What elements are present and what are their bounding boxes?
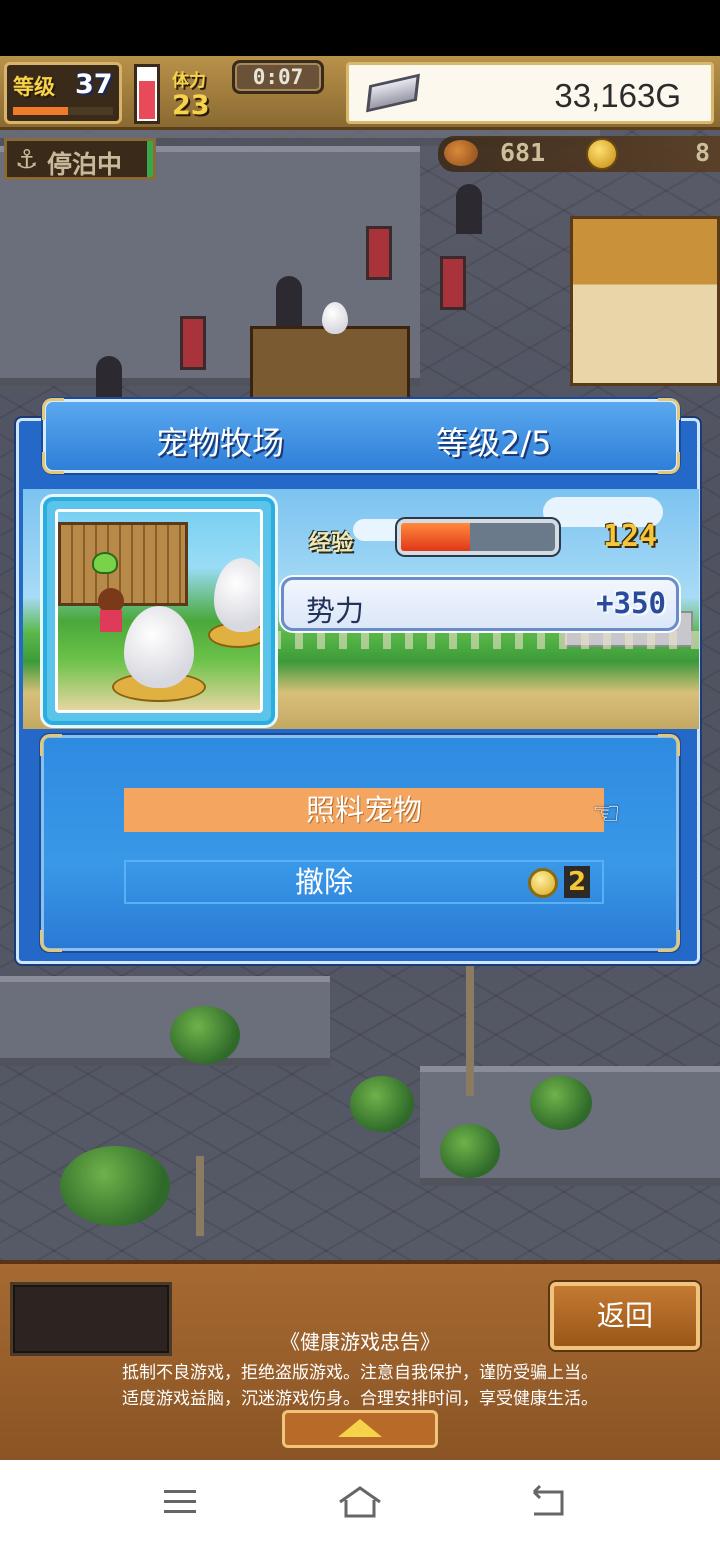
street-lamp <box>466 956 474 1096</box>
corner-ornament <box>42 452 64 474</box>
stamina-counter: 体力 23 <box>166 62 236 124</box>
corner-ornament <box>40 930 62 952</box>
village-house <box>570 216 720 386</box>
action-menu: 照料宠物 ☜ 撤除 2 <box>40 734 680 952</box>
stamina-fill <box>139 81 155 119</box>
remove-facility-button[interactable]: 撤除 2 <box>124 860 604 904</box>
arrow-up-icon <box>338 1419 382 1437</box>
food-icon <box>444 140 478 166</box>
wall-arch <box>456 184 482 234</box>
timer-text: 0:07 <box>252 65 304 89</box>
coin-icon <box>586 138 618 170</box>
remove-facility-label: 撤除 <box>294 865 353 899</box>
anchor-icon: ⚓ <box>15 145 39 175</box>
bottom-panel: 返回 《健康游戏忠告》 抵制不良游戏，拒绝盗版游戏。注意自我保护，谨防受骗上当。… <box>0 1260 720 1460</box>
money-value: 33,163G <box>554 77 681 114</box>
palm-tree <box>60 1146 170 1226</box>
red-banner <box>366 226 392 280</box>
top-hud: 等级 37 体力 23 0:07 33,163G <box>0 56 720 130</box>
health-advice-line: 抵制不良游戏，拒绝盗版游戏。注意自我保护，谨防受骗上当。 <box>122 1363 598 1383</box>
level-label: 等级 <box>13 75 55 99</box>
menu-icon[interactable] <box>150 1480 210 1524</box>
system-nav-bar <box>0 1460 720 1544</box>
exp-progress-fill <box>401 523 471 551</box>
gold-coin-icon <box>528 868 558 898</box>
brazier <box>196 1156 204 1236</box>
level-value: 37 <box>75 69 113 100</box>
medal-value: 8 <box>694 138 710 167</box>
expand-menu-button[interactable] <box>282 1410 438 1448</box>
remove-cost: 2 <box>564 866 591 898</box>
facility-name: 宠物牧场 <box>156 424 285 462</box>
home-icon[interactable] <box>330 1480 390 1524</box>
power-stat: 势力 +350 <box>281 577 679 631</box>
corner-ornament <box>658 452 680 474</box>
back-arrow-icon[interactable] <box>518 1480 578 1524</box>
bush <box>440 1124 500 1178</box>
level-progress-bar <box>13 107 113 115</box>
silver-bar-icon <box>366 73 420 113</box>
bush <box>170 1006 240 1064</box>
corner-ornament <box>658 398 680 420</box>
facility-level: 等级2/5 <box>436 424 552 462</box>
power-value: +350 <box>596 586 666 620</box>
health-advice-line: 适度游戏益脑，沉迷游戏伤身。合理安排时间，享受健康生活。 <box>122 1389 598 1409</box>
stamina-label: 体力 <box>172 71 206 91</box>
stamina-value: 23 <box>172 90 210 121</box>
ranch-shed <box>58 522 188 606</box>
money-display[interactable]: 33,163G <box>346 62 714 124</box>
mooring-status-badge[interactable]: ⚓ 停泊中 <box>4 138 156 180</box>
lower-wall <box>0 976 330 1066</box>
red-banner <box>180 316 206 370</box>
exp-progress-bar <box>397 519 559 555</box>
power-label: 势力 <box>306 594 365 628</box>
pointing-hand-icon: ☜ <box>592 794 621 832</box>
food-value: 681 <box>500 138 546 167</box>
corner-ornament <box>658 734 680 756</box>
corner-ornament <box>40 734 62 756</box>
fence <box>273 631 699 649</box>
bush <box>350 1076 414 1132</box>
care-for-pet-button[interactable]: 照料宠物 <box>124 788 604 832</box>
health-advice-title: 《健康游戏忠告》 <box>280 1330 440 1354</box>
pet-ranch-image <box>55 509 263 713</box>
facility-portrait <box>43 497 275 725</box>
exp-value: 124 <box>603 519 658 554</box>
dialog-header: 宠物牧场 等级2/5 <box>42 398 680 474</box>
player-level[interactable]: 等级 37 <box>4 62 122 124</box>
level-progress-fill <box>13 107 68 115</box>
stamina-timer: 0:07 <box>232 60 324 94</box>
rancher-body <box>100 610 122 632</box>
facility-dialog: 宠物牧场 等级2/5 经验 124 势力 +350 照料宠物 ☜ 撤除 2 <box>16 398 700 964</box>
corner-ornament <box>658 930 680 952</box>
mooring-status-text: 停泊中 <box>47 150 123 179</box>
stamina-gauge <box>134 64 160 124</box>
exp-label: 经验 <box>309 531 354 556</box>
corner-ornament <box>42 398 64 420</box>
egg-sprite <box>124 606 194 688</box>
egg-sprite <box>322 302 348 334</box>
bush <box>530 1076 592 1130</box>
red-banner <box>440 256 466 310</box>
wall-arch <box>276 276 302 326</box>
egg-sprite <box>214 558 260 632</box>
status-bar <box>0 0 720 56</box>
green-pet-sprite <box>92 552 118 574</box>
resource-bar: 681 8 <box>438 136 720 172</box>
care-for-pet-label: 照料宠物 <box>305 793 422 827</box>
